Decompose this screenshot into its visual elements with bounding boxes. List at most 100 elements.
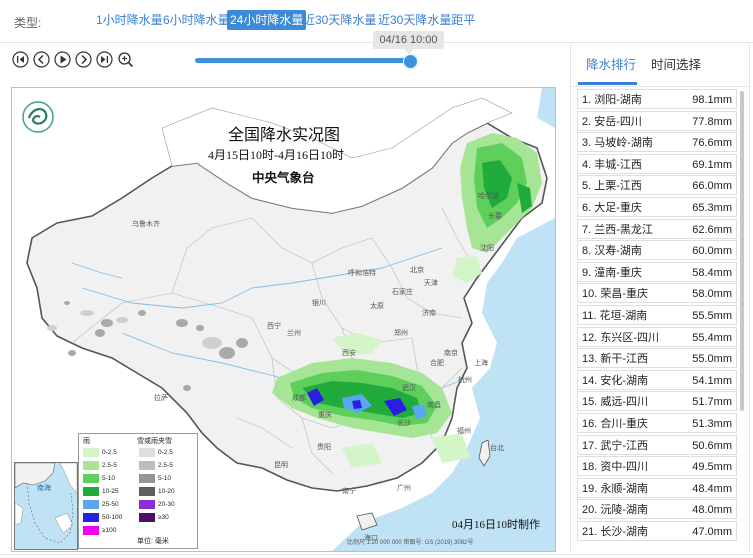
legend-rain-header: 雨 — [83, 437, 90, 445]
city-label: 西安 — [342, 350, 356, 357]
legend-rain-swatch — [83, 487, 99, 496]
ranking-row[interactable]: 6. 大足-重庆 65.3mm — [577, 197, 737, 217]
ranking-row[interactable]: 8. 汉寿-湖南 60.0mm — [577, 240, 737, 261]
city-label: 重庆 — [318, 412, 332, 419]
station-name: 6. 大足-重庆 — [582, 202, 642, 214]
ranking-row[interactable]: 18. 资中-四川 49.5mm — [577, 456, 737, 477]
station-name: 20. 沅陵-湖南 — [582, 504, 649, 517]
prev-frame-icon[interactable] — [33, 51, 50, 68]
ranking-row[interactable]: 5. 上栗-江西 66.0mm — [577, 175, 737, 196]
city-label: 郑州 — [394, 330, 408, 337]
city-label: 乌鲁木齐 — [132, 221, 160, 228]
precip-value: 55.5mm — [692, 310, 732, 322]
legend-rain-swatch — [83, 500, 99, 509]
tab-30d-anomaly[interactable]: 近30天降水量距平 — [375, 10, 478, 30]
ranking-row[interactable]: 17. 武宁-江西 50.6mm — [577, 434, 737, 455]
city-label: 济南 — [422, 310, 436, 317]
ranking-row[interactable]: 9. 潼南-重庆 58.4mm — [577, 261, 737, 282]
ranking-row[interactable]: 19. 永顺-湖南 48.4mm — [577, 477, 737, 498]
legend-rain-label: 10-25 — [102, 488, 119, 495]
city-label: 杭州 — [458, 377, 472, 384]
ranking-row[interactable]: 3. 马坡岭-湖南 76.6mm — [577, 132, 737, 153]
time-slider-track[interactable] — [195, 58, 410, 63]
legend-mixed-swatch — [139, 500, 155, 509]
legend-mixed-label: 0-2.5 — [158, 449, 173, 456]
active-tab-underline — [578, 82, 637, 85]
time-tooltip: 04/16 10:00 — [373, 31, 444, 54]
legend-rain-swatch — [83, 474, 99, 483]
legend-mixed-swatch — [139, 487, 155, 496]
cma-logo-icon — [22, 101, 54, 133]
city-label: 南京 — [444, 350, 458, 357]
city-label: 太原 — [370, 303, 384, 310]
ranking-row[interactable]: 10. 荣昌-重庆 58.0mm — [577, 283, 737, 304]
tab-precip-ranking[interactable]: 降水排行 — [586, 54, 636, 73]
legend-unit: 单位: 毫米 — [137, 538, 169, 545]
ranking-row[interactable]: 13. 新干-江西 55.0mm — [577, 348, 737, 369]
city-label: 南宁 — [342, 488, 356, 495]
south-china-sea-inset: 南海 — [14, 462, 78, 550]
city-label: 石家庄 — [392, 289, 413, 296]
ranking-row[interactable]: 14. 安化-湖南 54.1mm — [577, 369, 737, 390]
legend-rain-label: 50-100 — [102, 514, 123, 521]
legend-rain-label: 2.5-5 — [102, 462, 117, 469]
tab-6h-precip[interactable]: 6小时降水量 — [160, 10, 233, 30]
bottom-divider — [0, 554, 753, 555]
ranking-scrollbar[interactable] — [740, 91, 744, 411]
ranking-row[interactable]: 7. 兰西-黑龙江 62.6mm — [577, 218, 737, 239]
precip-value: 51.7mm — [692, 396, 732, 409]
legend-mixed-swatch — [139, 448, 155, 457]
ranking-row[interactable]: 1. 浏阳-湖南 98.1mm — [577, 89, 737, 109]
city-label: 银川 — [312, 300, 326, 307]
city-label: 哈尔滨 — [478, 193, 499, 200]
tab-time-select[interactable]: 时间选择 — [651, 54, 701, 73]
time-slider-handle[interactable] — [403, 54, 418, 69]
next-frame-icon[interactable] — [75, 51, 92, 68]
ranking-row[interactable]: 4. 丰城-江西 69.1mm — [577, 153, 737, 174]
first-frame-icon[interactable] — [12, 51, 29, 68]
station-name: 1. 浏阳-湖南 — [582, 94, 642, 106]
tab-24h-precip[interactable]: 24小时降水量 — [227, 10, 307, 30]
station-name: 11. 花垣-湖南 — [582, 310, 648, 322]
tab-1h-precip[interactable]: 1小时降水量 — [93, 10, 166, 30]
station-name: 7. 兰西-黑龙江 — [582, 223, 653, 236]
city-label: 沈阳 — [480, 245, 494, 252]
station-name: 13. 新干-江西 — [582, 353, 649, 366]
precip-value: 51.3mm — [692, 418, 732, 430]
ranking-row[interactable]: 2. 安岳-四川 77.8mm — [577, 110, 737, 131]
last-frame-icon[interactable] — [96, 51, 113, 68]
precipitation-map: 乌鲁木齐 拉萨 西宁 兰州 银川 呼和浩特 北京 天津 石家庄 太原 济南 郑州… — [11, 87, 556, 552]
city-label: 昆明 — [274, 462, 288, 469]
map-made-time: 04月16日10时制作 — [452, 519, 540, 531]
precip-value: 55.4mm — [692, 331, 732, 344]
ranking-row[interactable]: 15. 威远-四川 51.7mm — [577, 391, 737, 412]
tab-30d-precip[interactable]: 近30天降水量 — [300, 10, 379, 30]
legend-mixed-label: 20-30 — [158, 501, 175, 508]
precip-value: 98.1mm — [692, 94, 732, 106]
ranking-row[interactable]: 12. 东兴区-四川 55.4mm — [577, 326, 737, 347]
ranking-panel: 降水排行 时间选择 1. 浏阳-湖南 98.1mm 2. 安岳-四川 77.8mm 3.… — [570, 44, 750, 554]
station-name: 3. 马坡岭-湖南 — [582, 137, 653, 150]
type-label: 类型: — [14, 16, 42, 30]
station-name: 14. 安化-湖南 — [582, 374, 649, 387]
city-label: 福州 — [457, 428, 471, 435]
map-title: 全国降水实况图 — [228, 127, 341, 144]
play-icon[interactable] — [54, 51, 71, 68]
ranking-row[interactable]: 21. 长沙-湖南 47.0mm — [577, 521, 737, 541]
city-label: 长春 — [488, 213, 502, 220]
ranking-row[interactable]: 20. 沅陵-湖南 48.0mm — [577, 499, 737, 520]
precip-value: 49.5mm — [692, 461, 732, 474]
legend-rain-label: 25-50 — [102, 501, 119, 508]
station-name: 18. 资中-四川 — [582, 461, 649, 474]
ranking-row[interactable]: 16. 合川-重庆 51.3mm — [577, 413, 737, 433]
precip-value: 65.3mm — [692, 202, 732, 214]
precip-value: 69.1mm — [692, 158, 732, 171]
station-name: 19. 永顺-湖南 — [582, 482, 649, 495]
station-name: 4. 丰城-江西 — [582, 158, 642, 171]
city-label: 呼和浩特 — [348, 270, 376, 277]
ranking-row[interactable]: 11. 花垣-湖南 55.5mm — [577, 305, 737, 325]
legend-rain-label: 5-10 — [102, 475, 116, 482]
legend-rain-swatch — [83, 526, 99, 535]
zoom-in-icon[interactable] — [117, 51, 134, 68]
precip-value: 58.4mm — [692, 266, 732, 279]
